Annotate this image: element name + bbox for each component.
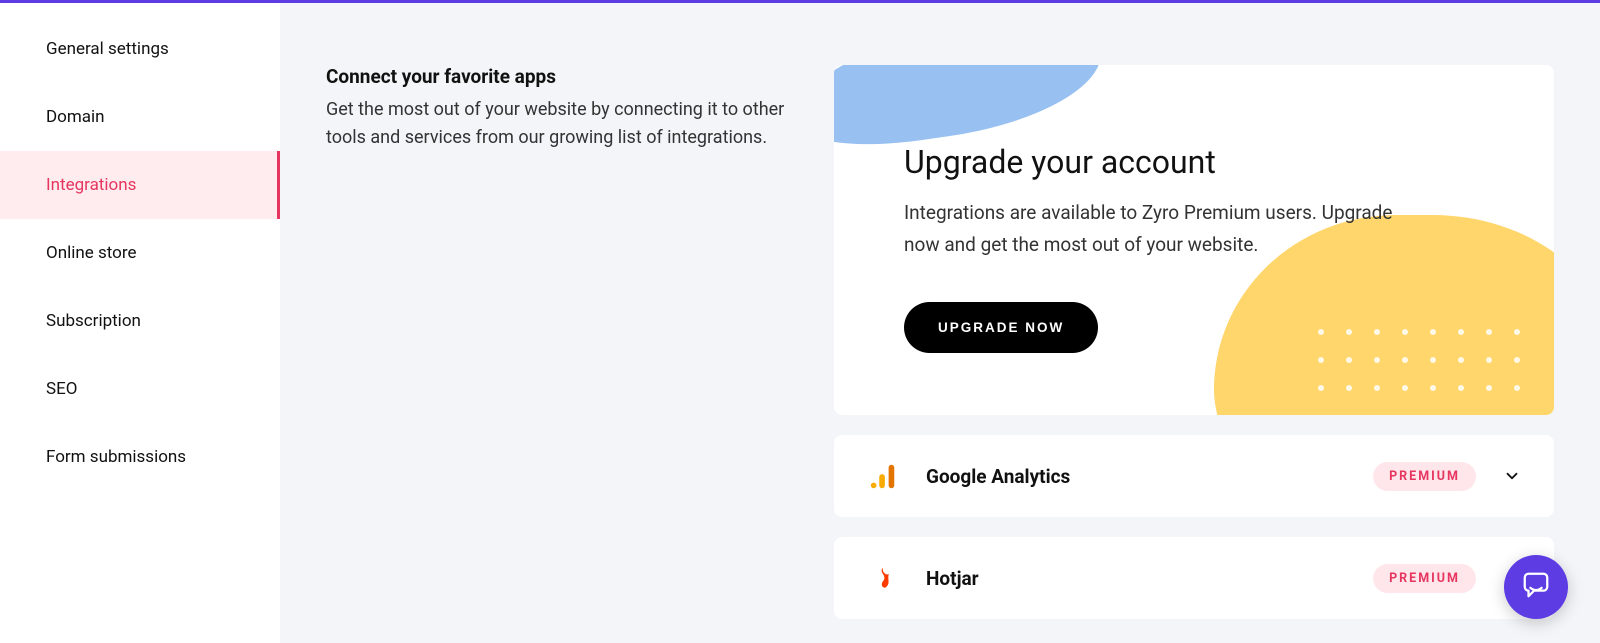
- chat-icon: [1521, 570, 1551, 604]
- upgrade-card: Upgrade your account Integrations are av…: [834, 65, 1554, 415]
- integration-title: Google Analytics: [926, 465, 1347, 488]
- intro-heading: Connect your favorite apps: [326, 65, 786, 88]
- sidebar-item-domain[interactable]: Domain: [0, 83, 280, 151]
- sidebar-item-form-submissions[interactable]: Form submissions: [0, 423, 280, 491]
- sidebar-item-general-settings[interactable]: General settings: [0, 15, 280, 83]
- chevron-down-icon: [1502, 466, 1522, 486]
- right-column: Upgrade your account Integrations are av…: [834, 65, 1554, 643]
- integration-title: Hotjar: [926, 567, 1347, 590]
- google-analytics-icon: [866, 459, 900, 493]
- sidebar-item-online-store[interactable]: Online store: [0, 219, 280, 287]
- upgrade-now-button[interactable]: UPGRADE NOW: [904, 302, 1098, 353]
- sidebar-item-seo[interactable]: SEO: [0, 355, 280, 423]
- chat-launcher-button[interactable]: [1504, 555, 1568, 619]
- sidebar-item-subscription[interactable]: Subscription: [0, 287, 280, 355]
- upgrade-title: Upgrade your account: [904, 143, 1484, 181]
- upgrade-body: Integrations are available to Zyro Premi…: [904, 197, 1424, 262]
- hotjar-icon: [866, 561, 900, 595]
- intro-body: Get the most out of your website by conn…: [326, 96, 786, 152]
- integration-row-google-analytics[interactable]: Google Analytics PREMIUM: [834, 435, 1554, 517]
- premium-badge: PREMIUM: [1373, 564, 1476, 593]
- sidebar-item-integrations[interactable]: Integrations: [0, 151, 280, 219]
- sidebar: General settings Domain Integrations Onl…: [0, 3, 280, 643]
- main-content: Connect your favorite apps Get the most …: [280, 3, 1600, 643]
- integration-row-hotjar[interactable]: Hotjar PREMIUM: [834, 537, 1554, 619]
- app-layout: General settings Domain Integrations Onl…: [0, 3, 1600, 643]
- intro-block: Connect your favorite apps Get the most …: [326, 65, 786, 643]
- decorative-blob-blue: [834, 65, 1109, 155]
- premium-badge: PREMIUM: [1373, 462, 1476, 491]
